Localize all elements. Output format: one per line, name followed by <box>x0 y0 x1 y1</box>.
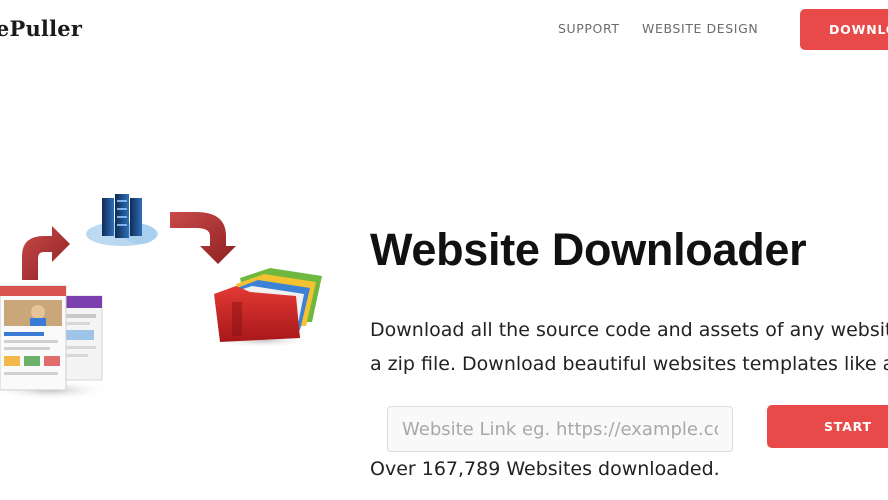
hero-illustration-graphic <box>0 194 322 400</box>
nav-support-link[interactable]: SUPPORT <box>558 21 620 36</box>
hero-illustration <box>0 190 340 420</box>
page-title: Website Downloader <box>370 224 807 275</box>
hero-description-line-1: Download all the source code and assets … <box>370 319 888 341</box>
hero-description: Download all the source code and assets … <box>370 313 888 381</box>
up-arrow-icon <box>22 226 70 280</box>
start-button[interactable]: START <box>767 405 888 448</box>
browser-pages-icon <box>0 285 110 400</box>
hero-description-line-2: a zip file. Download beautiful websites … <box>370 353 888 375</box>
server-cloud-icon <box>86 194 158 246</box>
folders-icon <box>210 268 322 348</box>
brand-logo[interactable]: tePuller <box>0 16 82 41</box>
download-count-stats: Over 167,789 Websites downloaded. <box>370 458 720 480</box>
nav-download-button[interactable]: DOWNLO <box>800 9 888 50</box>
down-arrow-icon <box>170 212 236 264</box>
website-link-input[interactable] <box>387 406 733 452</box>
nav-website-design-link[interactable]: WEBSITE DESIGN <box>642 21 758 36</box>
